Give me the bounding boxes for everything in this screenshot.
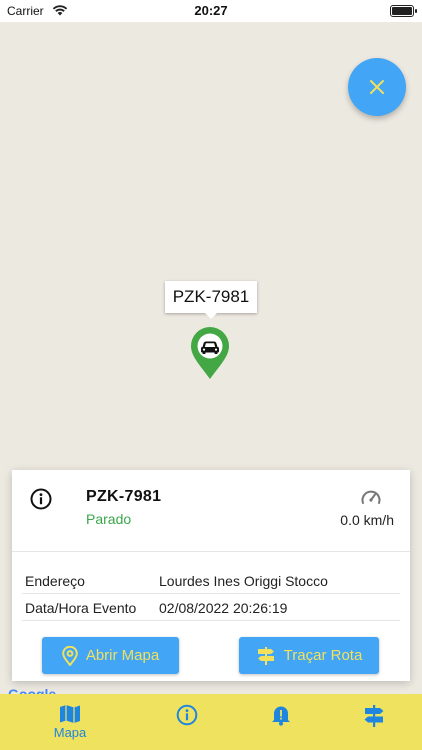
- bottom-navigation: Mapa: [0, 694, 422, 750]
- location-pin-icon: [62, 645, 78, 666]
- nav-item-info[interactable]: [147, 694, 227, 750]
- info-icon: [176, 704, 198, 726]
- signpost-icon: [364, 705, 384, 727]
- address-value: Lourdes Ines Origgi Stocco: [159, 573, 328, 589]
- close-icon: [370, 80, 384, 94]
- vehicle-speed: 0.0 km/h: [340, 512, 394, 528]
- bell-alert-icon: [272, 706, 290, 726]
- vehicle-plate: PZK-7981: [86, 488, 162, 505]
- car-pin-icon: [191, 327, 229, 379]
- close-button[interactable]: [348, 58, 406, 116]
- info-icon: [30, 488, 52, 515]
- nav-item-map[interactable]: Mapa: [30, 694, 110, 750]
- map-icon: [60, 705, 80, 723]
- marker-plate: PZK-7981: [172, 287, 250, 306]
- vehicle-status: Parado: [86, 511, 132, 527]
- vehicle-marker-label: PZK-7981: [165, 281, 257, 319]
- event-time-value: 02/08/2022 20:26:19: [159, 600, 288, 616]
- detail-row-address: Endereço Lourdes Ines Origgi Stocco: [22, 567, 400, 594]
- speedometer-icon: [360, 488, 382, 511]
- nav-item-alerts[interactable]: [241, 694, 321, 750]
- nav-map-label: Mapa: [53, 725, 87, 740]
- open-map-button[interactable]: Abrir Mapa: [42, 637, 179, 674]
- nav-item-routes[interactable]: [334, 694, 414, 750]
- trace-route-button[interactable]: Traçar Rota: [239, 637, 379, 674]
- open-map-label: Abrir Mapa: [85, 647, 160, 664]
- battery-icon: [390, 5, 417, 17]
- card-header: PZK-7981 Parado 0.0 km/h: [12, 470, 410, 552]
- event-time-label: Data/Hora Evento: [25, 600, 137, 616]
- trace-route-label: Traçar Rota: [283, 647, 363, 664]
- detail-list: Endereço Lourdes Ines Origgi Stocco Data…: [22, 567, 400, 621]
- vehicle-marker[interactable]: [190, 326, 230, 385]
- signpost-icon: [257, 646, 274, 665]
- address-label: Endereço: [25, 573, 85, 589]
- detail-row-event-time: Data/Hora Evento 02/08/2022 20:26:19: [22, 594, 400, 621]
- status-bar: Carrier 20:27: [0, 0, 422, 22]
- clock: 20:27: [194, 3, 228, 18]
- vehicle-info-card: PZK-7981 Parado 0.0 km/h Endereço Lourde…: [12, 470, 410, 681]
